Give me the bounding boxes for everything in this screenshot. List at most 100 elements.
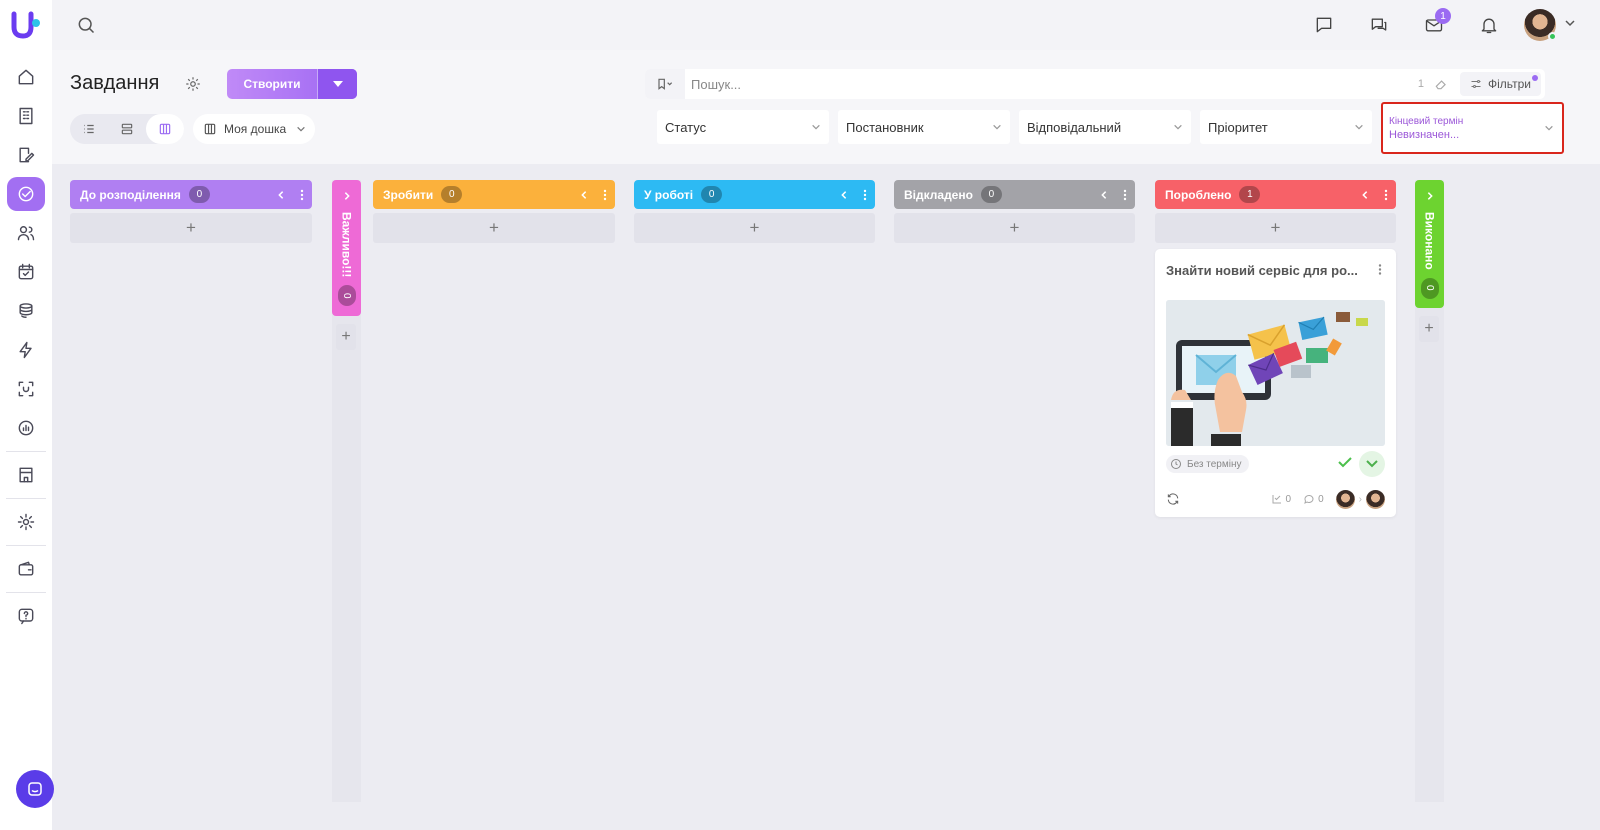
global-search-icon[interactable] xyxy=(76,15,96,40)
column-name: У роботі xyxy=(644,187,694,202)
eraser-icon[interactable] xyxy=(1432,75,1450,93)
status-filter[interactable]: Статус xyxy=(657,110,829,144)
author-filter-label: Постановник xyxy=(846,119,924,135)
column-count: 0 xyxy=(337,285,356,307)
clock-icon xyxy=(1171,459,1181,469)
task-title[interactable]: Знайти новий сервіс для ро... xyxy=(1166,263,1366,278)
expand-card-button[interactable] xyxy=(1359,451,1385,477)
lightning-icon[interactable] xyxy=(7,333,45,367)
chevron-left-icon[interactable] xyxy=(839,190,849,200)
chevron-down-icon[interactable] xyxy=(1564,16,1576,34)
deadline-filter-value: Невизначен... xyxy=(1389,128,1460,141)
caret-down-icon[interactable] xyxy=(317,69,357,99)
column-name: Важливо!!! xyxy=(339,212,354,278)
chevron-left-icon[interactable] xyxy=(1360,190,1370,200)
check-icon[interactable] xyxy=(1338,455,1352,473)
create-button[interactable]: Створити xyxy=(227,69,357,99)
column-count: 0 xyxy=(701,186,723,203)
column-header-done-work[interactable]: Пороблено 1 xyxy=(1155,180,1396,209)
task-card[interactable]: Знайти новий сервіс для ро... Без термін… xyxy=(1155,249,1396,517)
wallet-icon[interactable] xyxy=(7,552,45,586)
support-chat-button[interactable] xyxy=(16,770,54,808)
column-header-unassigned[interactable]: До розподілення 0 xyxy=(70,180,312,209)
more-vertical-icon[interactable] xyxy=(863,189,867,201)
home-icon[interactable] xyxy=(7,60,45,94)
help-icon[interactable] xyxy=(7,599,45,633)
calendar-icon[interactable] xyxy=(7,255,45,289)
author-filter[interactable]: Постановник xyxy=(838,110,1010,144)
filters-label: Фільтри xyxy=(1488,77,1531,91)
tasks-icon[interactable] xyxy=(7,177,45,211)
deadline-filter[interactable]: Кінцевий термін Невизначен... xyxy=(1381,102,1564,154)
deadline-text: Без терміну xyxy=(1187,458,1242,470)
database-icon[interactable] xyxy=(7,294,45,328)
store-icon[interactable] xyxy=(7,458,45,492)
task-search-bar: 1 Фільтри xyxy=(645,69,1545,99)
chevron-left-icon[interactable] xyxy=(1099,190,1109,200)
add-task-button[interactable]: + xyxy=(1155,213,1396,243)
column-count: 0 xyxy=(188,186,210,203)
add-task-button[interactable]: + xyxy=(894,213,1135,243)
messages-icon[interactable] xyxy=(1305,8,1343,42)
users-icon[interactable] xyxy=(7,216,45,250)
add-task-button[interactable]: + xyxy=(70,213,312,243)
list-view-icon[interactable] xyxy=(70,114,108,144)
search-count: 1 xyxy=(1417,78,1425,90)
assignee-avatar[interactable] xyxy=(1366,489,1385,509)
chevron-down-icon xyxy=(812,124,820,130)
deadline-chip[interactable]: Без терміну xyxy=(1166,455,1250,473)
sidebar-divider xyxy=(6,592,46,593)
kanban-view-icon[interactable] xyxy=(146,114,184,144)
more-vertical-icon[interactable] xyxy=(1123,189,1127,201)
analytics-icon[interactable] xyxy=(7,411,45,445)
scan-icon[interactable] xyxy=(7,372,45,406)
add-task-button[interactable]: + xyxy=(634,213,875,243)
subtasks-count: 0 xyxy=(1285,493,1292,505)
bell-icon[interactable] xyxy=(1470,8,1508,42)
chevron-down-icon xyxy=(993,124,1001,130)
comment-icon xyxy=(1304,494,1314,504)
comments-count: 0 xyxy=(1318,493,1324,505)
chevron-left-icon[interactable] xyxy=(276,190,286,200)
more-vertical-icon[interactable] xyxy=(603,189,607,201)
add-task-button[interactable]: + xyxy=(336,324,356,350)
rows-view-icon[interactable] xyxy=(108,114,146,144)
add-task-button[interactable]: + xyxy=(1419,316,1439,342)
app-logo[interactable] xyxy=(10,10,42,40)
more-vertical-icon[interactable] xyxy=(1378,263,1382,281)
more-vertical-icon[interactable] xyxy=(300,189,304,201)
add-task-button[interactable]: + xyxy=(373,213,615,243)
mail-icon[interactable]: 1 xyxy=(1415,8,1453,42)
user-avatar[interactable] xyxy=(1524,9,1557,41)
column-header-important[interactable]: Важливо!!! 0 xyxy=(332,180,361,316)
chevron-left-icon[interactable] xyxy=(579,190,589,200)
more-vertical-icon[interactable] xyxy=(1384,189,1388,201)
sliders-icon xyxy=(1471,80,1481,88)
column-header-todo[interactable]: Зробити 0 xyxy=(373,180,615,209)
building-icon[interactable] xyxy=(7,99,45,133)
column-header-postponed[interactable]: Відкладено 0 xyxy=(894,180,1135,209)
search-input[interactable] xyxy=(685,76,1418,92)
column-header-in-progress[interactable]: У роботі 0 xyxy=(634,180,875,209)
responsible-filter[interactable]: Відповідальний xyxy=(1019,110,1191,144)
column-name: Виконано xyxy=(1422,212,1437,270)
bookmark-icon[interactable] xyxy=(645,69,685,99)
view-switcher xyxy=(70,114,184,144)
priority-filter[interactable]: Пріоритет xyxy=(1200,110,1372,144)
comments-counter: 0 xyxy=(1303,493,1324,505)
column-name: До розподілення xyxy=(80,187,181,202)
chats-icon[interactable] xyxy=(1360,8,1398,42)
column-header-completed[interactable]: Виконано 0 xyxy=(1415,180,1444,308)
left-sidebar xyxy=(0,0,54,830)
recurring-icon[interactable] xyxy=(1166,492,1180,506)
settings-icon[interactable] xyxy=(7,505,45,539)
chevron-right-icon[interactable] xyxy=(342,190,352,204)
edit-document-icon[interactable] xyxy=(7,138,45,172)
board-select[interactable]: Моя дошка xyxy=(193,114,315,144)
online-status-dot xyxy=(1548,32,1557,41)
create-label[interactable]: Створити xyxy=(227,69,317,99)
chevron-right-icon[interactable] xyxy=(1425,190,1435,204)
author-avatar[interactable] xyxy=(1335,489,1355,509)
filters-button[interactable]: Фільтри xyxy=(1460,72,1541,96)
gear-icon[interactable] xyxy=(184,75,202,98)
